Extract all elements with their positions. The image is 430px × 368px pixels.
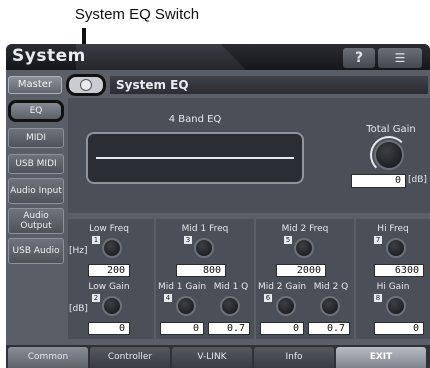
hi-freq-knob[interactable] <box>386 238 406 258</box>
low-freq-label: Low Freq <box>89 224 129 234</box>
low-freq-knob[interactable] <box>102 238 122 258</box>
hi-gain-knob[interactable] <box>386 296 406 316</box>
sidebar-item-audio-input[interactable]: Audio Input <box>8 178 64 204</box>
mid2-freq-number: 5 <box>284 236 292 244</box>
low-gain-number: 2 <box>92 294 100 302</box>
mid1-q-value[interactable]: 0.7 <box>208 322 250 335</box>
mid2-freq-label: Mid 2 Freq <box>281 224 329 234</box>
mid2-gain-label: Mid 2 Gain <box>257 282 307 292</box>
band-panel-mid2 <box>256 219 354 339</box>
tab-v-link[interactable]: V-LINK <box>172 347 252 368</box>
mid1-freq-value[interactable]: 800 <box>176 264 226 277</box>
low-gain-label: Low Gain <box>88 282 130 292</box>
help-button[interactable]: ? <box>343 48 375 68</box>
bottom-tab-bar: Common Controller V-LINK Info EXIT <box>6 345 430 368</box>
band-panel-hi <box>356 219 430 339</box>
callout-label: System EQ Switch <box>74 6 200 23</box>
tab-controller[interactable]: Controller <box>90 347 170 368</box>
mid2-q-value[interactable]: 0.7 <box>308 322 350 335</box>
tab-common[interactable]: Common <box>8 347 88 368</box>
band-panel-mid1 <box>156 219 254 339</box>
hi-gain-value[interactable]: 0 <box>374 322 424 335</box>
switch-indicator-icon <box>80 79 92 91</box>
mid2-gain-number: 6 <box>264 294 272 302</box>
eq-graph-label: 4 Band EQ <box>168 114 222 125</box>
tab-info[interactable]: Info <box>254 347 334 368</box>
mid1-freq-knob[interactable] <box>194 238 214 258</box>
mid2-freq-knob[interactable] <box>294 238 314 258</box>
mid1-gain-knob[interactable] <box>176 296 196 316</box>
section-title: System EQ <box>110 76 428 94</box>
mid2-freq-value[interactable]: 2000 <box>276 264 326 277</box>
hi-gain-label: Hi Gain <box>376 282 410 292</box>
mid1-q-label: Mid 1 Q <box>213 282 249 292</box>
total-gain-unit: [dB] <box>408 175 427 185</box>
total-gain-arc-icon <box>370 136 408 174</box>
title-tab-shape <box>76 44 246 70</box>
sidebar-item-eq[interactable]: EQ <box>8 100 64 122</box>
exit-button[interactable]: EXIT <box>336 347 426 368</box>
hi-freq-value[interactable]: 6300 <box>374 264 424 277</box>
total-gain-label: Total Gain <box>366 124 416 135</box>
mid1-gain-label: Mid 1 Gain <box>157 282 207 292</box>
mid1-q-knob[interactable] <box>220 296 240 316</box>
sidebar-item-audio-output[interactable]: Audio Output <box>8 208 64 234</box>
hi-freq-number: 7 <box>374 236 382 244</box>
low-freq-number: 1 <box>92 236 100 244</box>
menu-button[interactable]: ☰ <box>378 48 422 68</box>
low-freq-value[interactable]: 200 <box>88 264 130 277</box>
low-gain-value[interactable]: 0 <box>88 322 130 335</box>
mid1-freq-number: 3 <box>184 236 192 244</box>
mid2-gain-knob[interactable] <box>276 296 296 316</box>
system-eq-switch[interactable] <box>66 74 106 96</box>
page-title: System <box>12 46 86 66</box>
hi-freq-label: Hi Freq <box>377 224 409 234</box>
low-gain-knob[interactable] <box>102 296 122 316</box>
menu-icon: ☰ <box>394 51 406 65</box>
low-freq-unit: [Hz] <box>69 246 88 256</box>
total-gain-value[interactable]: 0 <box>351 174 406 188</box>
eq-curve-graph <box>86 132 304 184</box>
sidebar-item-usb-midi[interactable]: USB MIDI <box>8 154 64 174</box>
system-screen: System ? ☰ Master System EQ EQ MIDI USB … <box>6 44 430 368</box>
mid1-gain-value[interactable]: 0 <box>160 322 204 335</box>
hi-gain-number: 8 <box>374 294 382 302</box>
mid1-freq-label: Mid 1 Freq <box>181 224 229 234</box>
mid2-q-label: Mid 2 Q <box>313 282 349 292</box>
sidebar-item-midi[interactable]: MIDI <box>8 128 64 148</box>
mid1-gain-number: 4 <box>164 294 172 302</box>
band-panel-low <box>68 219 154 339</box>
eq-curve-line <box>96 157 294 159</box>
low-gain-unit: [dB] <box>69 304 88 314</box>
master-button[interactable]: Master <box>8 76 62 94</box>
sidebar-item-usb-audio[interactable]: USB Audio <box>8 238 64 264</box>
mid2-gain-value[interactable]: 0 <box>260 322 304 335</box>
title-bar: System ? ☰ <box>6 44 430 70</box>
mid2-q-knob[interactable] <box>320 296 340 316</box>
